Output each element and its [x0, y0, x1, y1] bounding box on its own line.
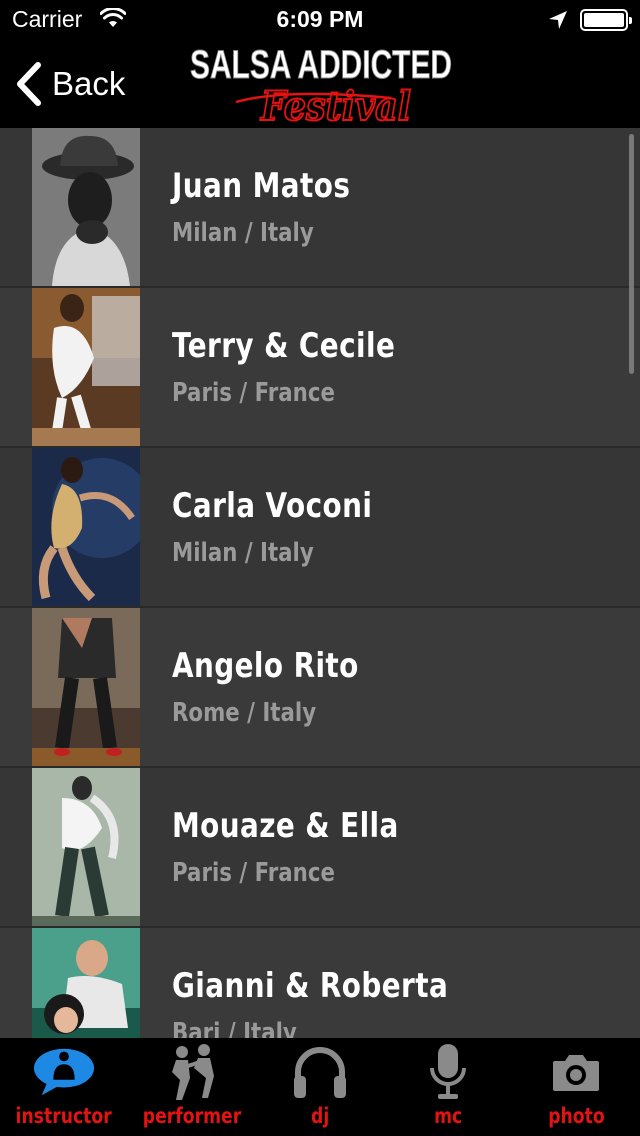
tab-label: performer: [142, 1104, 242, 1128]
tab-label: instructor: [15, 1104, 113, 1128]
list-item[interactable]: Terry & Cecile Paris / France: [0, 288, 640, 448]
list-item[interactable]: Mouaze & Ella Paris / France: [0, 768, 640, 928]
tab-photo[interactable]: photo: [512, 1038, 640, 1136]
logo-title: SALSA ADDICTED: [190, 43, 452, 87]
festival-logo: SALSA ADDICTED Festival: [190, 43, 453, 129]
tab-dj[interactable]: dj: [256, 1038, 384, 1136]
tab-bar: instructor performer dj mc photo: [0, 1038, 640, 1136]
instructor-photo: [32, 288, 140, 446]
instructor-name: Angelo Rito: [172, 646, 359, 686]
instructor-location: Bari / Italy: [172, 1018, 297, 1038]
tab-mc[interactable]: mc: [384, 1038, 512, 1136]
list-item[interactable]: Angelo Rito Rome / Italy: [0, 608, 640, 768]
instructor-photo: [32, 768, 140, 926]
instructor-location: Milan / Italy: [172, 218, 314, 248]
tab-instructor[interactable]: instructor: [0, 1038, 128, 1136]
performer-icon: [160, 1042, 224, 1102]
instructor-icon: [32, 1042, 96, 1102]
instructor-photo: [32, 608, 140, 766]
list-item[interactable]: Carla Voconi Milan / Italy: [0, 448, 640, 608]
chevron-left-icon: [17, 62, 41, 106]
instructor-photo: [32, 928, 140, 1038]
tab-label: dj: [310, 1104, 330, 1128]
instructor-location: Milan / Italy: [172, 538, 314, 568]
back-label: Back: [52, 65, 126, 102]
list-scrollbar[interactable]: [629, 134, 634, 374]
instructor-list[interactable]: Juan Matos Milan / Italy Terry & Cecile …: [0, 128, 640, 1038]
clock: 6:09 PM: [276, 6, 364, 32]
camera-icon: [544, 1042, 608, 1102]
instructor-name: Gianni & Roberta: [172, 966, 449, 1006]
battery-icon: [580, 9, 632, 31]
instructor-photo: [32, 128, 140, 286]
tab-label: mc: [433, 1104, 463, 1128]
instructor-name: Terry & Cecile: [172, 326, 396, 366]
status-bar: Carrier 6:09 PM: [0, 0, 640, 40]
microphone-icon: [416, 1042, 480, 1102]
tab-performer[interactable]: performer: [128, 1038, 256, 1136]
logo-subtitle: Festival: [260, 83, 411, 128]
list-item[interactable]: Gianni & Roberta Bari / Italy: [0, 928, 640, 1038]
instructor-location: Rome / Italy: [172, 698, 317, 728]
instructor-location: Paris / France: [172, 858, 335, 888]
instructor-photo: [32, 448, 140, 606]
location-arrow-icon: [548, 10, 568, 34]
instructor-name: Carla Voconi: [172, 486, 373, 526]
instructor-name: Mouaze & Ella: [172, 806, 399, 846]
back-button[interactable]: Back: [14, 60, 125, 108]
list-item[interactable]: Juan Matos Milan / Italy: [0, 128, 640, 288]
instructor-name: Juan Matos: [172, 166, 351, 206]
headphones-icon: [288, 1042, 352, 1102]
tab-label: photo: [547, 1104, 605, 1128]
navigation-bar: Back SALSA ADDICTED Festival: [0, 40, 640, 128]
instructor-location: Paris / France: [172, 378, 335, 408]
